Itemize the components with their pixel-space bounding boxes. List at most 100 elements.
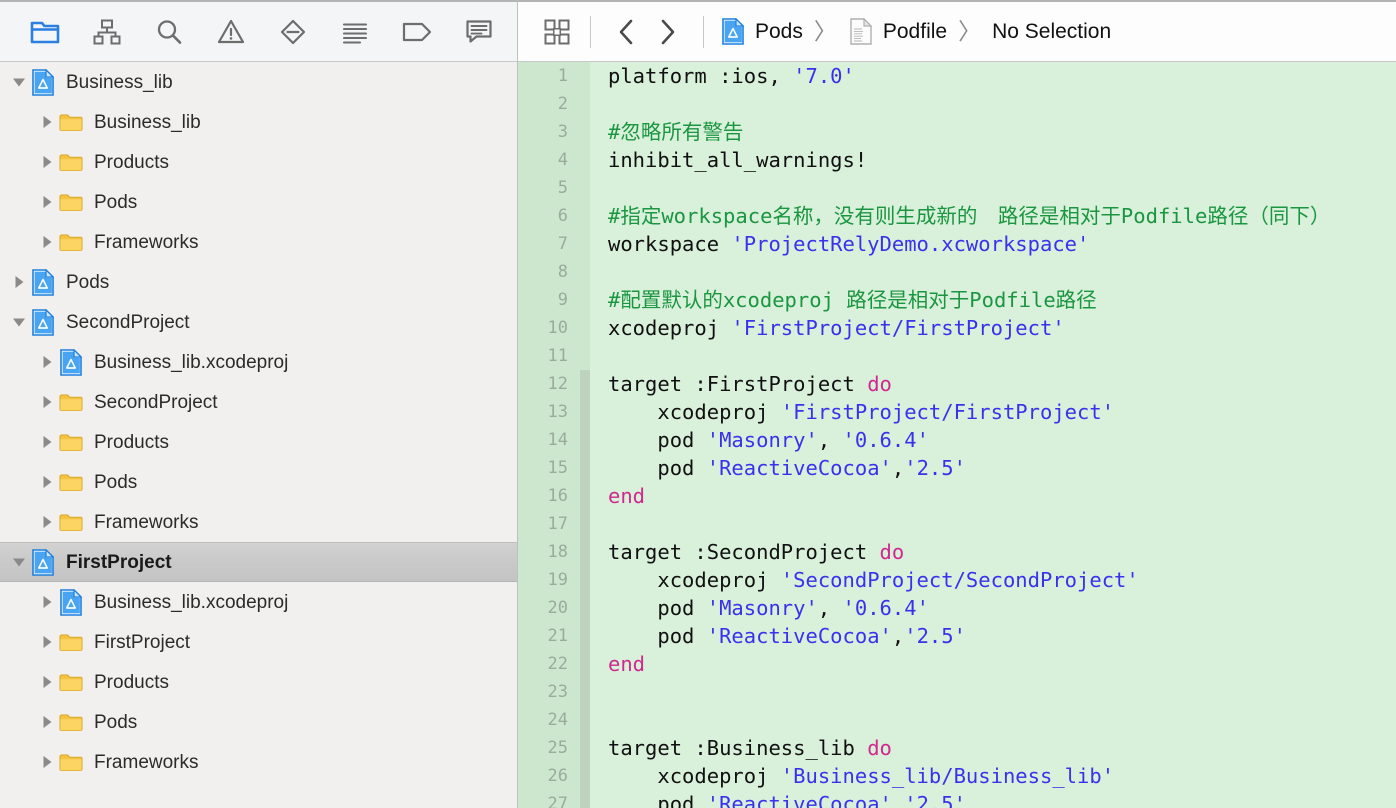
- back-button[interactable]: [607, 14, 647, 50]
- chevron-right-icon[interactable]: [36, 191, 58, 213]
- tree-row-label: SecondProject: [66, 311, 190, 333]
- chevron-right-icon[interactable]: [36, 231, 58, 253]
- code-token: target :Business_lib: [608, 736, 868, 760]
- chevron-right-icon[interactable]: [36, 671, 58, 693]
- hierarchy-icon[interactable]: [90, 15, 124, 49]
- code-line[interactable]: target :SecondProject do: [608, 538, 1396, 566]
- report-bubble-icon[interactable]: [462, 15, 496, 49]
- chevron-down-icon[interactable]: [8, 551, 30, 573]
- tree-row-label: Pods: [94, 471, 138, 493]
- warning-triangle-icon: [217, 18, 245, 46]
- code-line[interactable]: #配置默认的xcodeproj 路径是相对于Podfile路径: [608, 286, 1396, 314]
- chevron-right-icon[interactable]: [36, 511, 58, 533]
- code-line[interactable]: pod 'ReactiveCocoa','2.5': [608, 790, 1396, 808]
- jump-bar-divider-1: [590, 15, 591, 48]
- chevron-down-icon[interactable]: [8, 71, 30, 93]
- code-token: do: [879, 540, 905, 564]
- code-line[interactable]: end: [608, 650, 1396, 678]
- code-line[interactable]: [608, 258, 1396, 286]
- tree-row-pods[interactable]: Pods: [0, 262, 517, 302]
- forward-button[interactable]: [647, 14, 687, 50]
- grid-squares-icon[interactable]: [540, 15, 574, 49]
- code-line[interactable]: xcodeproj 'SecondProject/SecondProject': [608, 566, 1396, 594]
- code-token: ,: [817, 428, 843, 452]
- tree-row-products[interactable]: Products: [0, 142, 517, 182]
- tree-row-frameworks[interactable]: Frameworks: [0, 742, 517, 782]
- breakpoint-tag-icon[interactable]: [400, 15, 434, 49]
- tree-row-secondproject[interactable]: SecondProject: [0, 302, 517, 342]
- chevron-right-icon[interactable]: [8, 271, 30, 293]
- code-line[interactable]: pod 'Masonry', '0.6.4': [608, 594, 1396, 622]
- tree-row-products[interactable]: Products: [0, 662, 517, 702]
- code-line[interactable]: xcodeproj 'FirstProject/FirstProject': [608, 398, 1396, 426]
- code-line[interactable]: pod 'ReactiveCocoa','2.5': [608, 622, 1396, 650]
- chevron-right-icon[interactable]: [36, 631, 58, 653]
- chevron-right-icon[interactable]: [36, 431, 58, 453]
- code-line[interactable]: [608, 174, 1396, 202]
- line-number: 27: [547, 794, 568, 808]
- code-line[interactable]: #忽略所有警告: [608, 118, 1396, 146]
- search-icon[interactable]: [152, 15, 186, 49]
- chevron-right-icon[interactable]: [36, 471, 58, 493]
- line-number: 7: [557, 234, 568, 254]
- chevron-right-icon[interactable]: [36, 111, 58, 133]
- code-line[interactable]: #指定workspace名称，没有则生成新的 路径是相对于Podfile路径（同…: [608, 202, 1396, 230]
- tree-row-business-lib-xcodeproj[interactable]: Business_lib.xcodeproj: [0, 582, 517, 622]
- folder-icon[interactable]: [28, 15, 62, 49]
- code-line[interactable]: target :Business_lib do: [608, 734, 1396, 762]
- code-line[interactable]: xcodeproj 'Business_lib/Business_lib': [608, 762, 1396, 790]
- code-line[interactable]: xcodeproj 'FirstProject/FirstProject': [608, 314, 1396, 342]
- tree-row-frameworks[interactable]: Frameworks: [0, 222, 517, 262]
- test-diamond-icon: [279, 18, 307, 46]
- tree-row-secondproject[interactable]: SecondProject: [0, 382, 517, 422]
- breadcrumb-item-podfile[interactable]: Podfile: [848, 17, 947, 47]
- code-line[interactable]: [608, 510, 1396, 538]
- breadcrumb-item-no-selection[interactable]: No Selection: [992, 20, 1111, 44]
- tree-row-firstproject[interactable]: FirstProject: [0, 542, 517, 582]
- code-token: 'FirstProject/FirstProject': [780, 400, 1115, 424]
- code-line[interactable]: [608, 342, 1396, 370]
- chevron-right-icon[interactable]: [36, 751, 58, 773]
- folder-icon: [59, 632, 83, 652]
- tree-row-firstproject[interactable]: FirstProject: [0, 622, 517, 662]
- breadcrumb-separator: 〉: [813, 18, 837, 44]
- code-token: pod: [608, 624, 707, 648]
- chevron-right-icon[interactable]: [36, 351, 58, 373]
- chevron-down-icon[interactable]: [8, 311, 30, 333]
- code-line[interactable]: end: [608, 482, 1396, 510]
- debug-list-icon[interactable]: [338, 15, 372, 49]
- code-line[interactable]: pod 'ReactiveCocoa','2.5': [608, 454, 1396, 482]
- code-line[interactable]: target :FirstProject do: [608, 370, 1396, 398]
- tree-row-frameworks[interactable]: Frameworks: [0, 502, 517, 542]
- code-line[interactable]: inhibit_all_warnings!: [608, 146, 1396, 174]
- project-navigator-tree[interactable]: Business_lib Business_lib Products Pods …: [0, 62, 517, 808]
- code-line[interactable]: pod 'Masonry', '0.6.4': [608, 426, 1396, 454]
- code-text[interactable]: platform :ios, '7.0' #忽略所有警告 inhibit_all_w…: [590, 62, 1396, 808]
- chevron-right-icon[interactable]: [36, 391, 58, 413]
- code-token: '7.0': [793, 64, 855, 88]
- tree-row-pods[interactable]: Pods: [0, 702, 517, 742]
- tree-row-business-lib-xcodeproj[interactable]: Business_lib.xcodeproj: [0, 342, 517, 382]
- source-editor[interactable]: 1 2 3 4 5 6 7 8 9 10 11 12 13 14 15 16 17 18 19 20 21 22 23 24 2…: [518, 62, 1396, 808]
- code-line[interactable]: [608, 90, 1396, 118]
- warning-triangle-icon[interactable]: [214, 15, 248, 49]
- chevron-right-icon[interactable]: [36, 151, 58, 173]
- twisty-right: [39, 634, 55, 650]
- line-number-gutter: 1 2 3 4 5 6 7 8 9 10 11 12 13 14 15 16 17 18 19 20 21 22 23 24 2…: [518, 62, 580, 808]
- tree-row-pods[interactable]: Pods: [0, 182, 517, 222]
- breadcrumb-item-pods[interactable]: Pods: [720, 17, 803, 47]
- line-number: 10: [547, 318, 568, 338]
- chevron-right-icon[interactable]: [36, 591, 58, 613]
- test-diamond-icon[interactable]: [276, 15, 310, 49]
- tree-row-products[interactable]: Products: [0, 422, 517, 462]
- code-line[interactable]: platform :ios, '7.0': [608, 62, 1396, 90]
- code-line[interactable]: [608, 706, 1396, 734]
- code-line[interactable]: [608, 678, 1396, 706]
- tree-row-pods[interactable]: Pods: [0, 462, 517, 502]
- tree-row-business-lib[interactable]: Business_lib: [0, 62, 517, 102]
- folder-icon: [58, 507, 84, 537]
- tree-row-business-lib[interactable]: Business_lib: [0, 102, 517, 142]
- code-line[interactable]: workspace 'ProjectRelyDemo.xcworkspace': [608, 230, 1396, 258]
- line-number: 8: [557, 262, 568, 282]
- chevron-right-icon[interactable]: [36, 711, 58, 733]
